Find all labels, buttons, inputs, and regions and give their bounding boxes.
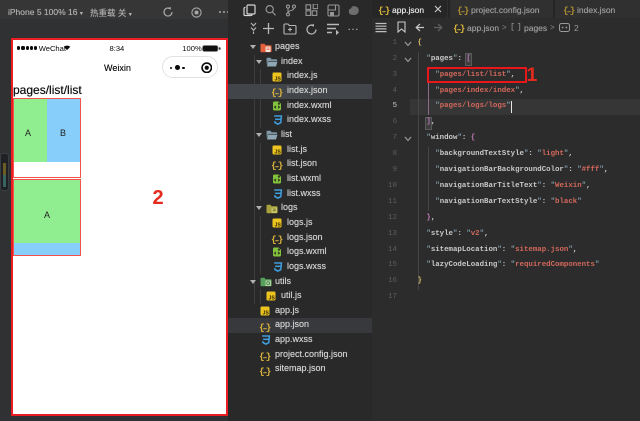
svg-text:JS: JS xyxy=(275,222,282,228)
svg-text:{: { xyxy=(271,160,277,170)
svg-text:{: { xyxy=(563,4,569,14)
svg-text:}: } xyxy=(460,22,465,32)
svg-text:{: { xyxy=(453,22,459,32)
svg-text:{: { xyxy=(457,4,463,14)
svg-text:}: } xyxy=(266,365,271,375)
svg-text:{: { xyxy=(271,87,277,97)
svg-text:JS: JS xyxy=(275,149,282,155)
svg-text:}: } xyxy=(278,160,283,170)
svg-text:JS: JS xyxy=(275,76,282,82)
svg-text:JS: JS xyxy=(269,296,276,302)
svg-text:}: } xyxy=(266,351,271,361)
svg-text:{: { xyxy=(259,351,265,361)
svg-text:JS: JS xyxy=(263,310,270,316)
svg-text:{: { xyxy=(378,4,384,14)
svg-text:}: } xyxy=(570,4,575,14)
svg-text:}: } xyxy=(464,4,469,14)
svg-text:{: { xyxy=(271,233,277,243)
svg-text:}: } xyxy=(278,87,283,97)
svg-text:}: } xyxy=(385,4,390,14)
svg-text:{: { xyxy=(259,365,265,375)
svg-text:}: } xyxy=(278,233,283,243)
svg-text:{: { xyxy=(259,321,265,331)
svg-text:}: } xyxy=(266,321,271,331)
